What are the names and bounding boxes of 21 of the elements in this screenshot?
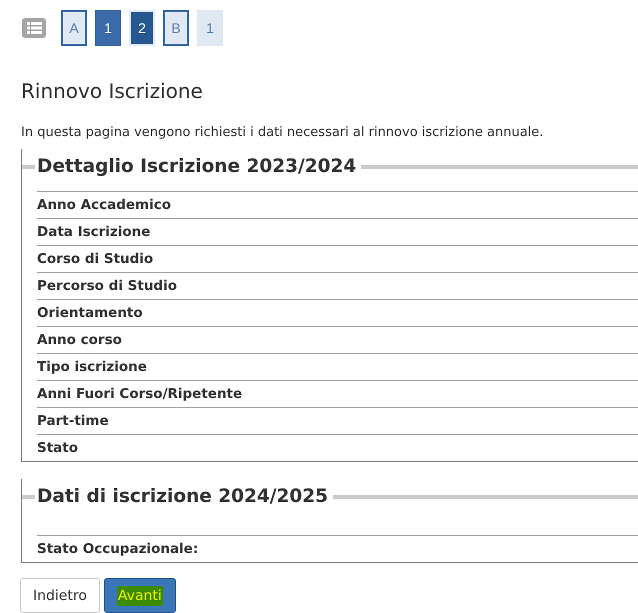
field-label: Orientamento — [37, 305, 143, 321]
field-label: Corso di Studio — [37, 251, 154, 267]
field-label: Tipo iscrizione — [37, 359, 147, 375]
field-label: Anni Fuori Corso/Ripetente — [37, 386, 242, 402]
step-indicator[interactable]: 1 — [197, 10, 223, 46]
step-indicator[interactable]: B — [163, 10, 189, 46]
page-title: Rinnovo Iscrizione — [21, 79, 204, 103]
field-label: Anno corso — [37, 332, 122, 348]
back-button[interactable]: Indietro — [20, 578, 100, 613]
field-label: Stato — [37, 440, 78, 456]
step-indicator[interactable]: A — [61, 10, 87, 46]
field-label: Data Iscrizione — [37, 224, 150, 240]
list-icon[interactable] — [22, 18, 46, 38]
field-label: Part-time — [37, 413, 109, 429]
field-label: Stato Occupazionale: — [37, 541, 198, 557]
field-label: Anno Accademico — [37, 197, 171, 213]
step-indicator[interactable]: 2 — [129, 10, 155, 46]
next-button[interactable]: Avanti — [104, 578, 176, 613]
step-indicator[interactable]: 1 — [95, 10, 121, 46]
field-label: Percorso di Studio — [37, 278, 177, 294]
intro-text: In questa pagina vengono richiesti i dati necessari al rinnovo iscrizione annuale. — [21, 125, 544, 140]
